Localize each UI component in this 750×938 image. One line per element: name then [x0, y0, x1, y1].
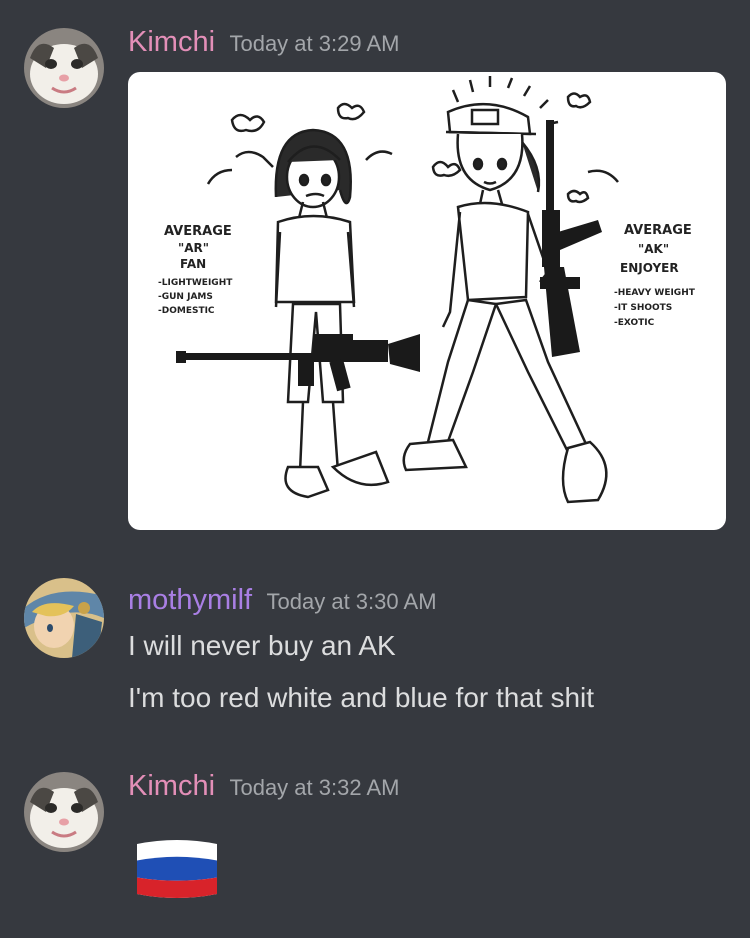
username[interactable]: mothymilf	[128, 584, 252, 616]
right-caption-line-4: -HEAVY WEIGHT	[614, 288, 696, 298]
right-caption-line-3: ENJOYER	[620, 261, 679, 275]
avatar-kimchi[interactable]	[24, 28, 104, 108]
left-caption-line-5: -GUN JAMS	[158, 292, 213, 302]
username[interactable]: Kimchi	[128, 770, 215, 802]
left-caption-line-3: FAN	[180, 257, 206, 271]
message-header: Kimchi Today at 3:32 AM	[128, 770, 399, 803]
right-caption-line-5: -IT SHOOTS	[614, 303, 672, 313]
anime-avatar-icon	[24, 578, 104, 658]
message-text-line-2: I'm too red white and blue for that shit	[128, 682, 595, 713]
left-caption-line-4: -LIGHTWEIGHT	[158, 278, 233, 288]
russia-flag-icon[interactable]	[133, 838, 221, 900]
avatar-kimchi[interactable]	[24, 772, 104, 852]
comic-drawing: AVERAGE "AR" FAN -LIGHTWEIGHT -GUN JAMS …	[158, 76, 696, 504]
cat-avatar-icon	[24, 28, 104, 108]
avatar-mothymilf[interactable]	[24, 578, 104, 658]
timestamp: Today at 3:30 AM	[266, 589, 437, 614]
message-header: Kimchi Today at 3:29 AM	[128, 26, 399, 59]
cat-avatar-icon	[24, 772, 104, 852]
right-caption-line-6: -EXOTIC	[614, 318, 655, 328]
timestamp: Today at 3:32 AM	[229, 775, 400, 800]
left-caption-line-6: -DOMESTIC	[158, 306, 215, 316]
username[interactable]: Kimchi	[128, 26, 215, 58]
right-caption-line-1: AVERAGE	[624, 223, 692, 238]
left-caption-line-1: AVERAGE	[164, 224, 232, 239]
image-attachment[interactable]: AVERAGE "AR" FAN -LIGHTWEIGHT -GUN JAMS …	[128, 72, 726, 530]
message-text-line-1: I will never buy an AK	[128, 630, 396, 661]
right-caption-line-2: "AK"	[638, 242, 669, 256]
message-header: mothymilf Today at 3:30 AM	[128, 584, 437, 617]
timestamp: Today at 3:29 AM	[229, 31, 400, 56]
left-caption-line-2: "AR"	[178, 241, 209, 255]
